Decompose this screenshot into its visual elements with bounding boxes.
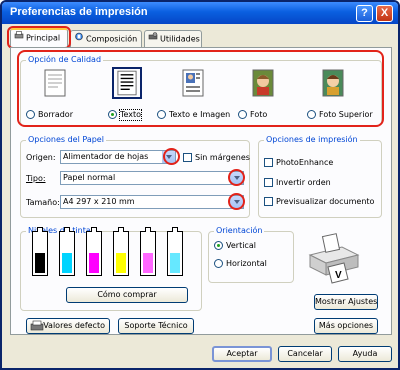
type-dropdown-icon[interactable] xyxy=(230,172,243,184)
ink-cartridge-cap xyxy=(64,227,70,232)
ink-cartridge xyxy=(167,227,183,276)
ink-cartridge xyxy=(86,227,102,276)
quality-texto-label: Texto xyxy=(118,109,143,121)
origin-value: Alimentador de hojas xyxy=(63,152,149,161)
size-dropdown-icon[interactable] xyxy=(230,196,243,208)
tab-principal[interactable]: Principal xyxy=(10,28,68,48)
ink-fill xyxy=(89,253,99,273)
quality-foto-superior-label: Foto Superior xyxy=(319,110,373,119)
defaults-icon xyxy=(30,320,44,337)
ink-cartridge-cap xyxy=(37,227,43,232)
ink-fill xyxy=(62,253,72,273)
text-icon[interactable] xyxy=(112,67,142,99)
type-label: Tipo: xyxy=(26,174,46,183)
print-options-label: Opciones de impresión xyxy=(264,135,360,145)
more-options-button[interactable]: Más opciones xyxy=(314,318,378,334)
window-title: Preferencias de impresión xyxy=(10,6,148,18)
show-settings-button[interactable]: Mostrar Ajustes xyxy=(314,294,378,310)
cancel-button[interactable]: Cancelar xyxy=(278,346,332,362)
ink-cartridge xyxy=(32,227,48,276)
orientation-horizontal-radio[interactable] xyxy=(214,259,223,268)
printer-icon xyxy=(14,30,24,46)
ink-cartridge xyxy=(113,227,129,276)
size-select[interactable]: A4 297 x 210 mm xyxy=(60,195,244,209)
title-bar: Preferencias de impresión ? X xyxy=(2,2,398,24)
quality-foto-label: Foto xyxy=(250,110,268,119)
borderless-label: Sin márgenes xyxy=(195,153,250,162)
origin-dropdown-icon[interactable] xyxy=(162,151,175,163)
quality-texto-imagen-label: Texto e Imagen xyxy=(169,110,231,119)
ink-fill xyxy=(170,253,180,273)
photo-enhance-checkbox[interactable] xyxy=(264,158,273,167)
size-label: Tamaño: xyxy=(26,198,60,207)
quality-texto-radio[interactable] xyxy=(108,110,117,119)
ink-cartridge-cap xyxy=(91,227,97,232)
size-value: A4 297 x 210 mm xyxy=(63,197,135,206)
svg-text:V: V xyxy=(335,270,342,281)
quality-foto-radio[interactable] xyxy=(238,110,247,119)
quality-borrador-label: Borrador xyxy=(38,110,73,119)
reverse-order-label: Invertir orden xyxy=(276,178,331,187)
ink-fill xyxy=(116,253,126,273)
type-select[interactable]: Papel normal xyxy=(60,171,244,185)
layout-icon xyxy=(74,31,84,47)
preview-checkbox[interactable] xyxy=(264,197,273,206)
how-to-buy-button[interactable]: Cómo comprar xyxy=(66,287,188,303)
help-button[interactable]: Ayuda xyxy=(338,346,392,362)
ink-cartridge-cap xyxy=(172,227,178,232)
orientation-label: Orientación xyxy=(214,226,265,236)
defaults-button[interactable]: Valores defecto xyxy=(26,318,110,334)
ink-cartridge-cap xyxy=(145,227,151,232)
type-value: Papel normal xyxy=(63,173,116,182)
quality-foto-superior-radio[interactable] xyxy=(307,110,316,119)
ink-cartridge-cap xyxy=(118,227,124,232)
quality-group-label: Opción de Calidad xyxy=(26,55,104,65)
orientation-group: Orientación xyxy=(208,226,294,283)
quality-texto-imagen-radio[interactable] xyxy=(157,110,166,119)
tab-composicion[interactable]: Composición xyxy=(70,30,142,47)
ink-fill xyxy=(143,253,153,273)
preview-label: Previsualizar documento xyxy=(276,197,375,206)
ink-cartridge xyxy=(59,227,75,276)
tab-label: Composición xyxy=(86,34,138,44)
tab-utilidades[interactable]: Utilidades xyxy=(144,30,202,47)
tab-label: Principal xyxy=(26,33,61,43)
photo-superior-icon[interactable] xyxy=(322,69,344,97)
reverse-order-checkbox[interactable] xyxy=(264,178,273,187)
borderless-checkbox[interactable] xyxy=(183,153,192,162)
photo-enhance-label: PhotoEnhance xyxy=(276,158,334,167)
orientation-vertical-radio[interactable] xyxy=(214,241,223,250)
paper-group-label: Opciones del Papel xyxy=(26,135,106,145)
ink-fill xyxy=(35,253,45,273)
close-button[interactable]: X xyxy=(376,5,393,22)
draft-icon[interactable] xyxy=(44,69,66,97)
quality-borrador-radio[interactable] xyxy=(26,110,35,119)
orientation-vertical-label: Vertical xyxy=(226,241,256,250)
photo-icon[interactable] xyxy=(252,69,274,97)
text-image-icon[interactable] xyxy=(182,69,204,97)
origin-label: Origen: xyxy=(26,153,56,162)
tab-label: Utilidades xyxy=(160,34,200,44)
utilities-icon xyxy=(148,31,158,47)
orientation-horizontal-label: Horizontal xyxy=(226,259,267,268)
help-title-button[interactable]: ? xyxy=(356,5,373,22)
tech-support-button[interactable]: Soporte Técnico xyxy=(118,318,194,334)
print-preferences-window: Preferencias de impresión ? X Principal … xyxy=(0,0,400,370)
ink-cartridge xyxy=(140,227,156,276)
printer-illustration: V xyxy=(302,233,362,285)
origin-select[interactable]: Alimentador de hojas xyxy=(60,150,176,164)
defaults-label: Valores defecto xyxy=(43,321,105,330)
accept-button[interactable]: Aceptar xyxy=(212,346,272,362)
